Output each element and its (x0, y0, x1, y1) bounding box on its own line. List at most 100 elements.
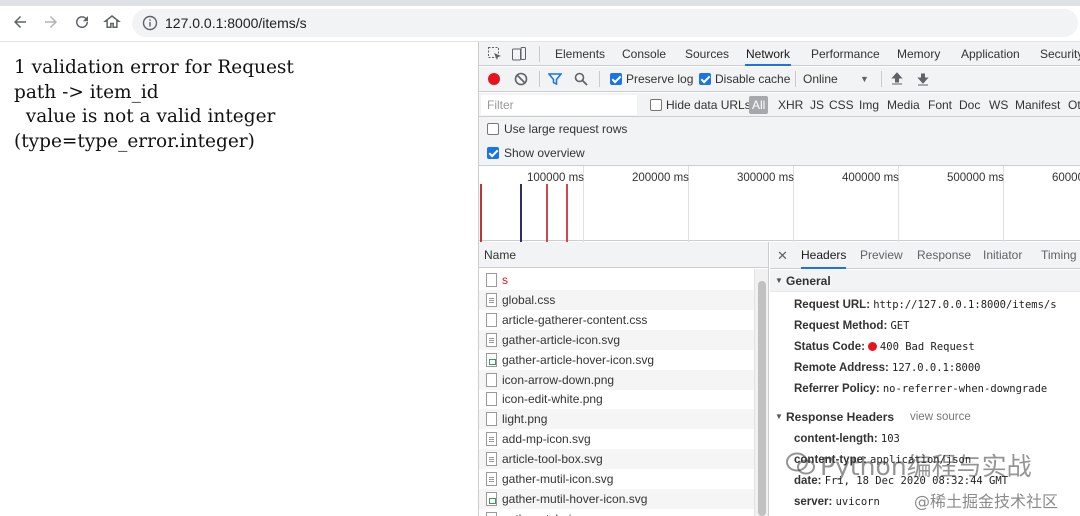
home-icon[interactable] (102, 12, 122, 32)
info-icon[interactable] (142, 15, 158, 31)
request-row[interactable]: article-gatherer-content.css (479, 310, 754, 330)
request-name: gather-article-icon.svg (502, 332, 621, 347)
tab-headers[interactable]: Headers (801, 242, 847, 269)
request-row[interactable]: icon-arrow-down.png (479, 369, 754, 390)
show-overview-label: Show overview (504, 146, 585, 160)
filter-type-manifest[interactable]: Manifest (1015, 98, 1060, 112)
request-url-row: Request URL: http://127.0.0.1:8000/items… (794, 295, 1057, 315)
request-row[interactable]: icon-edit-white.png (479, 389, 754, 409)
file-icon (486, 412, 497, 427)
tab-elements[interactable]: Elements (555, 42, 605, 66)
filter-type-media[interactable]: Media (887, 98, 920, 112)
device-toolbar-icon[interactable] (511, 46, 527, 62)
disable-cache-checkbox[interactable] (699, 73, 711, 85)
request-row[interactable]: gather-article-icon.svg (479, 329, 754, 350)
large-rows-checkbox[interactable] (487, 123, 499, 135)
filter-type-img[interactable]: Img (859, 98, 879, 112)
preserve-log-label: Preserve log (626, 72, 694, 86)
network-toolbar: Preserve log Disable cache Online ▼ (479, 67, 1080, 92)
status-code-key: Status Code: (794, 341, 865, 353)
filter-type-all[interactable]: All (749, 96, 769, 114)
filter-type-other[interactable]: Ot (1068, 98, 1080, 112)
download-icon[interactable] (916, 72, 930, 86)
request-row[interactable]: global.css (479, 289, 754, 310)
request-name: gather-style-icon.svg (502, 512, 613, 516)
url-text[interactable]: 127.0.0.1:8000/items/s (165, 15, 307, 31)
error-line: 1 validation error for Request (14, 57, 294, 78)
overview-tick-label: 500000 ms (947, 172, 1004, 184)
reload-icon[interactable] (72, 12, 92, 32)
preserve-log-checkbox[interactable] (610, 73, 622, 85)
page-content: 1 validation error for Request path -> i… (0, 42, 478, 516)
request-row[interactable]: gather-mutil-hover-icon.svg (479, 488, 754, 509)
tab-preview[interactable]: Preview (860, 242, 903, 269)
request-row[interactable]: light.png (479, 409, 754, 430)
request-url-value: http://127.0.0.1:8000/items/s (873, 299, 1057, 311)
file-icon (486, 491, 497, 506)
request-method-key: Request Method: (794, 320, 888, 332)
referrer-policy-value: no-referrer-when-downgrade (882, 383, 1048, 395)
inspect-element-icon[interactable] (487, 46, 503, 62)
request-list: Name s global.css article-gatherer-content… (479, 242, 769, 516)
filter-type-font[interactable]: Font (928, 98, 952, 112)
request-row[interactable]: gather-article-hover-icon.svg (479, 350, 754, 370)
filter-type-ws[interactable]: WS (989, 98, 1008, 112)
content-length-row: content-length: 103 (794, 429, 900, 449)
devtools-tab-bar: Elements Console Sources Network Perform… (479, 42, 1080, 66)
request-name: light.png (502, 412, 548, 427)
filter-type-xhr[interactable]: XHR (778, 98, 803, 112)
show-overview-checkbox[interactable] (487, 147, 499, 159)
network-overview[interactable]: 100000 ms 200000 ms 300000 ms 400000 ms … (479, 165, 1080, 242)
filter-type-doc[interactable]: Doc (959, 98, 980, 112)
clear-icon[interactable] (514, 72, 528, 86)
response-headers-section-header[interactable]: ▼ Response Headers view source (770, 406, 1080, 428)
search-icon[interactable] (574, 72, 588, 86)
upload-icon[interactable] (890, 72, 904, 86)
divider (881, 71, 882, 87)
tab-performance[interactable]: Performance (811, 42, 880, 66)
general-section-header[interactable]: ▼ General (770, 270, 1080, 292)
tab-application[interactable]: Application (961, 42, 1020, 66)
hide-data-urls-checkbox[interactable] (650, 99, 662, 111)
filter-bar: Filter Hide data URLs All XHR JS CSS Img… (479, 93, 1080, 117)
tab-memory[interactable]: Memory (897, 42, 940, 66)
file-icon (486, 432, 497, 447)
file-icon (486, 372, 497, 387)
divider (539, 71, 540, 87)
request-list-scrollbar[interactable] (754, 269, 768, 516)
record-icon[interactable] (488, 73, 500, 85)
tab-initiator[interactable]: Initiator (983, 242, 1022, 269)
tab-sources[interactable]: Sources (685, 42, 729, 66)
scrollbar-thumb[interactable] (758, 281, 766, 516)
filter-input[interactable]: Filter (481, 95, 637, 115)
filter-funnel-icon[interactable] (548, 72, 562, 86)
tab-security[interactable]: Security (1040, 42, 1080, 66)
tab-timing[interactable]: Timing (1041, 242, 1077, 269)
chevron-down-icon[interactable]: ▼ (860, 74, 869, 84)
tab-network[interactable]: Network (745, 42, 792, 66)
back-arrow-icon[interactable] (10, 12, 30, 32)
request-row[interactable]: add-mp-icon.svg (479, 429, 754, 449)
overview-request-bar (566, 184, 568, 242)
forward-arrow-icon[interactable] (41, 12, 61, 32)
view-source-link[interactable]: view source (910, 406, 971, 428)
throttling-select[interactable]: Online (803, 72, 838, 86)
tab-response[interactable]: Response (917, 242, 971, 269)
request-name: global.css (502, 292, 556, 307)
watermark-subtitle: @稀土掘金技术社区 (914, 492, 1059, 511)
request-row[interactable]: gather-mutil-icon.svg (479, 469, 754, 489)
request-row[interactable]: s (479, 270, 754, 290)
filter-type-css[interactable]: CSS (829, 98, 854, 112)
tab-console[interactable]: Console (622, 42, 666, 66)
referrer-policy-key: Referrer Policy: (794, 383, 880, 395)
filter-type-js[interactable]: JS (810, 98, 824, 112)
address-bar[interactable]: 127.0.0.1:8000/items/s (132, 9, 1078, 37)
request-method-row: Request Method: GET (794, 316, 909, 336)
request-name: gather-mutil-hover-icon.svg (502, 491, 648, 506)
divider (599, 71, 600, 87)
request-name: s (502, 273, 508, 287)
request-row[interactable]: gather-style-icon.svg (479, 509, 754, 516)
request-row[interactable]: article-tool-box.svg (479, 449, 754, 470)
name-column-header[interactable]: Name (479, 242, 768, 268)
close-icon[interactable]: ✕ (777, 248, 788, 264)
